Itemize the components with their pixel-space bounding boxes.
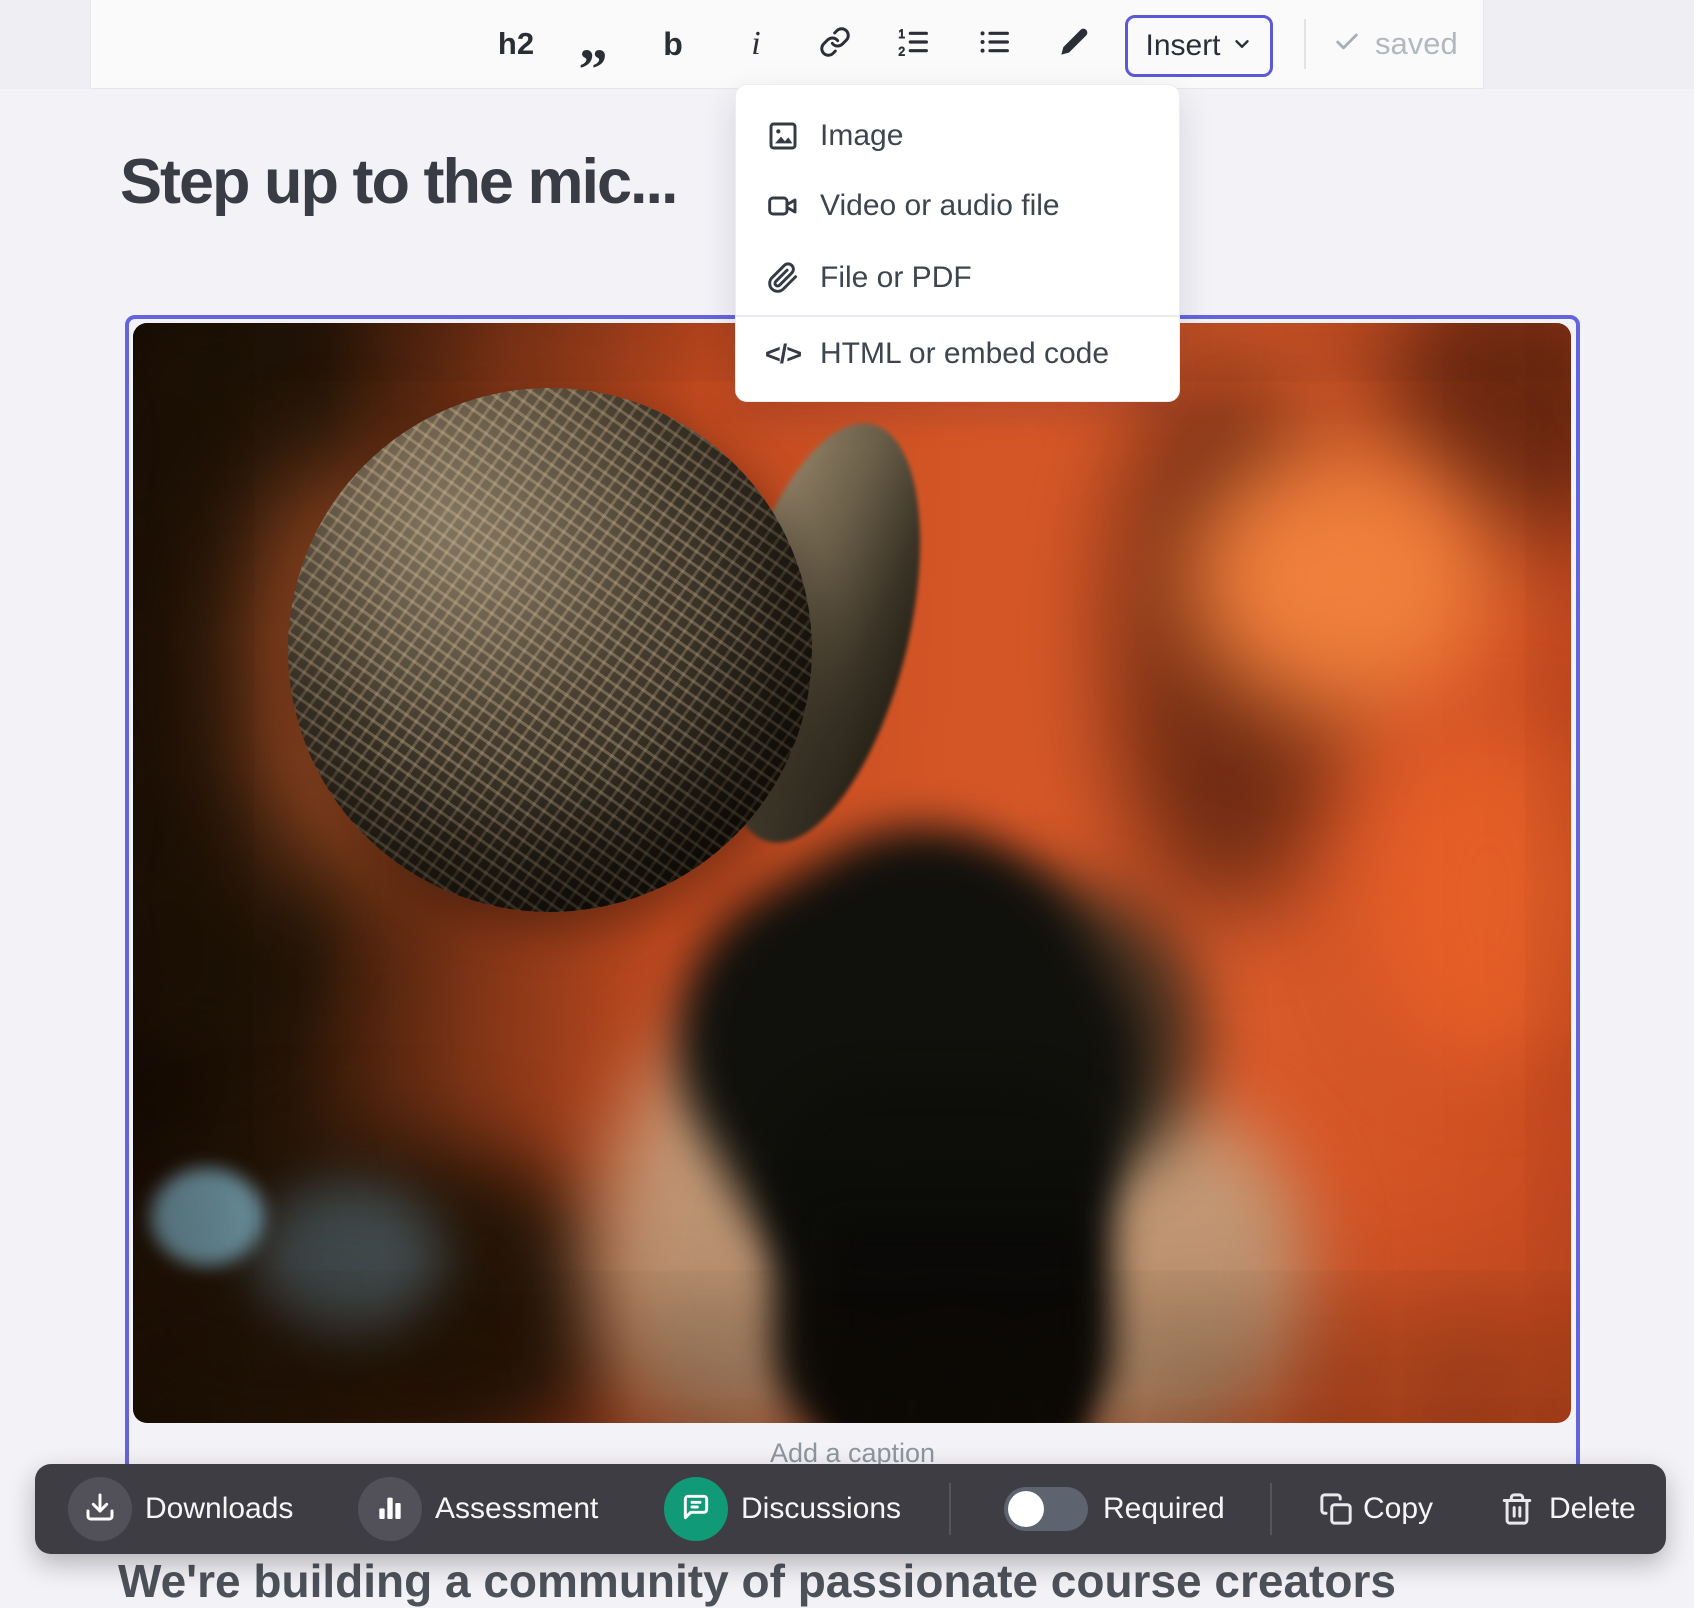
required-label: Required <box>1103 1492 1225 1526</box>
insert-menu: Image Video or audio file File or PDF </… <box>735 84 1180 402</box>
discussions-button[interactable] <box>664 1477 728 1541</box>
bullet-list-icon <box>978 26 1010 63</box>
italic-button[interactable]: i <box>728 16 784 72</box>
chevron-down-icon <box>1231 29 1253 63</box>
toolbar-divider <box>1304 19 1306 69</box>
assessment-label[interactable]: Assessment <box>435 1492 598 1526</box>
menu-item-label: Video or audio file <box>820 189 1060 223</box>
blockquote-button[interactable]: ” <box>565 16 621 98</box>
paperclip-icon <box>766 261 800 295</box>
insert-dropdown-button[interactable]: Insert <box>1125 15 1273 77</box>
copy-icon[interactable] <box>1319 1492 1353 1526</box>
ordered-list-button[interactable]: 12 <box>885 16 941 72</box>
menu-separator <box>736 315 1179 317</box>
link-button[interactable] <box>807 16 863 72</box>
lesson-title[interactable]: Step up to the mic... <box>120 146 677 218</box>
toolbar-divider <box>949 1483 951 1535</box>
trash-icon[interactable] <box>1500 1492 1534 1526</box>
code-icon: </> <box>766 337 800 371</box>
required-toggle[interactable] <box>1004 1487 1088 1531</box>
svg-text:2: 2 <box>898 44 905 58</box>
delete-label[interactable]: Delete <box>1549 1492 1636 1526</box>
lesson-body-text[interactable]: We're building a community of passionate… <box>118 1554 1396 1608</box>
save-status: saved <box>1333 0 1458 88</box>
lesson-image[interactable] <box>133 323 1571 1423</box>
menu-item-video-audio[interactable]: Video or audio file <box>736 171 1179 241</box>
bar-chart-icon <box>374 1491 406 1528</box>
menu-item-image[interactable]: Image <box>736 101 1179 171</box>
download-icon <box>84 1491 116 1528</box>
video-icon <box>766 189 800 223</box>
heading-2-button[interactable]: h2 <box>488 16 544 72</box>
chat-icon <box>680 1491 712 1528</box>
bold-button[interactable]: b <box>645 16 701 72</box>
saved-label: saved <box>1375 26 1458 62</box>
assessment-button[interactable] <box>358 1477 422 1541</box>
insert-button-label: Insert <box>1145 29 1220 63</box>
svg-text:1: 1 <box>898 27 905 41</box>
check-icon <box>1333 28 1361 61</box>
menu-item-label: Image <box>820 119 903 153</box>
menu-item-html-embed[interactable]: </> HTML or embed code <box>736 319 1179 389</box>
downloads-button[interactable] <box>68 1477 132 1541</box>
menu-item-label: File or PDF <box>820 261 972 295</box>
block-settings-toolbar: Downloads Assessment Discussions Require… <box>35 1464 1666 1554</box>
highlight-button[interactable] <box>1046 16 1102 72</box>
ordered-list-icon: 12 <box>897 26 929 63</box>
menu-item-label: HTML or embed code <box>820 337 1109 371</box>
downloads-label[interactable]: Downloads <box>145 1492 293 1526</box>
photo-vignette <box>133 323 1571 1423</box>
discussions-label[interactable]: Discussions <box>741 1492 901 1526</box>
bullet-list-button[interactable] <box>966 16 1022 72</box>
pencil-icon <box>1058 26 1090 63</box>
toggle-knob <box>1008 1491 1044 1527</box>
editor-toolbar: h2 ” b i 12 Insert saved <box>90 0 1484 89</box>
link-icon <box>819 26 851 63</box>
menu-item-file-pdf[interactable]: File or PDF <box>736 243 1179 313</box>
copy-label[interactable]: Copy <box>1363 1492 1433 1526</box>
toolbar-divider <box>1270 1483 1272 1535</box>
image-icon <box>766 119 800 153</box>
